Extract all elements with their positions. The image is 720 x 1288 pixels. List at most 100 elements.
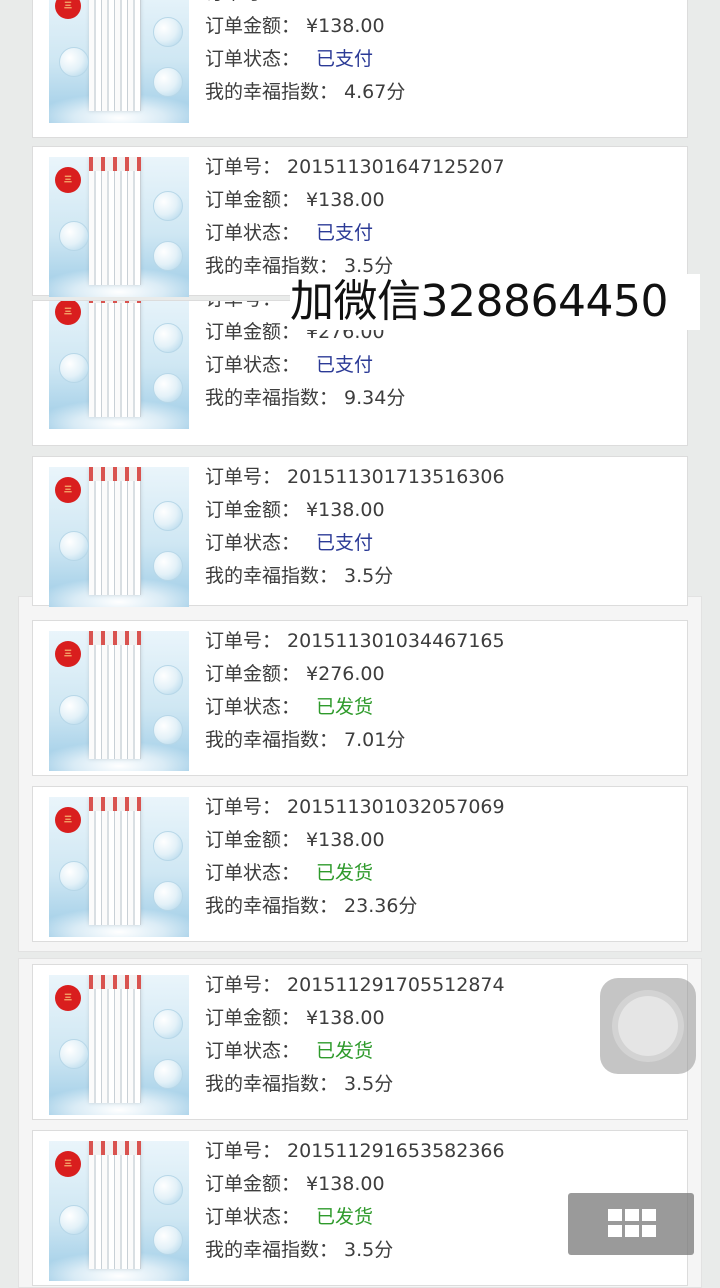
feature-bubble-icon bbox=[59, 861, 89, 891]
order-status-value: 已发货 bbox=[316, 1206, 374, 1228]
feature-bubble-icon bbox=[153, 1009, 183, 1039]
happiness-label: 我的幸福指数： bbox=[205, 565, 339, 587]
order-amount-value: ¥276.00 bbox=[306, 663, 385, 685]
order-status-label: 订单状态： bbox=[205, 354, 301, 376]
order-amount-row: 订单金额： ¥138.00 bbox=[205, 1168, 385, 1200]
order-amount-value: ¥138.00 bbox=[306, 1007, 385, 1029]
order-status-row: 订单状态： 已发货 bbox=[205, 691, 373, 723]
order-amount-value: ¥138.00 bbox=[306, 15, 385, 37]
order-status-label: 订单状态： bbox=[205, 222, 301, 244]
assistive-touch-icon bbox=[618, 996, 678, 1056]
happiness-value: 3.5分 bbox=[344, 565, 394, 587]
order-status-value: 已支付 bbox=[316, 354, 374, 376]
order-number-label: 订单号： bbox=[205, 301, 281, 310]
brand-badge-icon: 三 bbox=[55, 807, 81, 833]
keyboard-button[interactable] bbox=[568, 1193, 694, 1255]
feature-bubble-icon bbox=[153, 665, 183, 695]
order-number-label: 订单号： bbox=[205, 630, 282, 652]
happiness-row: 我的幸福指数： 9.34分 bbox=[205, 382, 405, 414]
product-thumbnail: 三 bbox=[49, 301, 189, 429]
feature-bubble-icon bbox=[153, 881, 183, 911]
order-card[interactable]: 三 订单号： 201511301032057069 订单金额： ¥138.00 订单… bbox=[32, 786, 688, 942]
brand-badge-icon: 三 bbox=[55, 477, 81, 503]
order-status-row: 订单状态： 已支付 bbox=[205, 43, 373, 75]
happiness-row: 我的幸福指数： 7.01分 bbox=[205, 724, 405, 756]
order-number-value: 201511301713516306 bbox=[287, 466, 505, 488]
order-status-row: 订单状态： 已发货 bbox=[205, 1201, 373, 1233]
feature-bubble-icon bbox=[153, 373, 183, 403]
order-amount-label: 订单金额： bbox=[205, 499, 301, 521]
order-amount-label: 订单金额： bbox=[205, 663, 301, 685]
order-status-value: 已发货 bbox=[316, 696, 374, 718]
order-number-label: 订单号： bbox=[205, 156, 282, 178]
happiness-label: 我的幸福指数： bbox=[205, 1239, 339, 1261]
brand-badge-icon: 三 bbox=[55, 641, 81, 667]
order-number-value: 201511291653582366 bbox=[287, 1140, 505, 1162]
order-card[interactable]: 三 订单号： 201511291705512874 订单金额： ¥138.00 订单… bbox=[32, 964, 688, 1120]
order-status-value: 已支付 bbox=[316, 222, 374, 244]
order-number-row: 订单号： 201511301032057069 bbox=[205, 791, 505, 823]
product-thumbnail: 三 bbox=[49, 975, 189, 1115]
feature-bubble-icon bbox=[153, 191, 183, 221]
product-thumbnail: 三 bbox=[49, 0, 189, 123]
product-thumbnail: 三 bbox=[49, 157, 189, 297]
order-status-label: 订单状态： bbox=[205, 1040, 301, 1062]
order-status-label: 订单状态： bbox=[205, 862, 301, 884]
order-card[interactable]: 三 订单号： 201511301658515682 订单金额：¥138.00 订单… bbox=[32, 0, 688, 138]
order-amount-value: ¥138.00 bbox=[306, 829, 385, 851]
feature-bubble-icon bbox=[153, 831, 183, 861]
happiness-value: 9.34分 bbox=[344, 387, 406, 409]
order-amount-label: 订单金额： bbox=[205, 15, 301, 37]
order-card[interactable]: 三 订单号： 201511301713516306 订单金额： ¥138.00 订单… bbox=[32, 456, 688, 607]
feature-bubble-icon bbox=[59, 1039, 89, 1069]
order-amount-label: 订单金额： bbox=[205, 1173, 301, 1195]
order-number-label: 订单号： bbox=[205, 0, 281, 4]
feature-bubble-icon bbox=[59, 47, 89, 77]
order-number-row: 订单号： 201511291653582366 bbox=[205, 1135, 505, 1167]
order-amount-value: ¥138.00 bbox=[306, 189, 385, 211]
feature-bubble-icon bbox=[153, 67, 183, 97]
feature-bubble-icon bbox=[153, 323, 183, 353]
order-status-value: 已支付 bbox=[316, 48, 374, 70]
order-amount-row: 订单金额： ¥138.00 bbox=[205, 10, 385, 42]
order-status-row: 订单状态： 已支付 bbox=[205, 527, 373, 559]
order-status-label: 订单状态： bbox=[205, 48, 301, 70]
order-amount-label: 订单金额： bbox=[205, 829, 301, 851]
order-number-value: 201511301647125207 bbox=[287, 156, 505, 178]
feature-bubble-icon bbox=[153, 1225, 183, 1255]
happiness-value: 3.5分 bbox=[344, 1239, 394, 1261]
happiness-value: 23.36分 bbox=[344, 895, 418, 917]
order-number-value: 201511291705512874 bbox=[287, 974, 505, 996]
order-number-value: 201511301032057069 bbox=[287, 796, 505, 818]
happiness-label: 我的幸福指数： bbox=[205, 1073, 339, 1095]
order-status-row: 订单状态： 已发货 bbox=[205, 1035, 373, 1067]
product-thumbnail: 三 bbox=[49, 631, 189, 771]
feature-bubble-icon bbox=[153, 551, 183, 581]
happiness-value: 3.5分 bbox=[344, 1073, 394, 1095]
happiness-row: 我的幸福指数： 3.5分 bbox=[205, 560, 393, 592]
feature-bubble-icon bbox=[153, 715, 183, 745]
feature-bubble-icon bbox=[153, 241, 183, 271]
order-amount-label: 订单金额： bbox=[205, 1007, 301, 1029]
happiness-row: 我的幸福指数： 4.67分 bbox=[205, 76, 405, 108]
brand-badge-icon: 三 bbox=[55, 985, 81, 1011]
order-number-label: 订单号： bbox=[205, 1140, 282, 1162]
happiness-row: 我的幸福指数： 3.5分 bbox=[205, 1234, 393, 1266]
happiness-value: 4.67分 bbox=[344, 81, 406, 103]
brand-badge-icon: 三 bbox=[55, 301, 81, 325]
wechat-watermark: 加微信328864450 bbox=[290, 274, 700, 330]
order-number-row: 订单号： 201511301658515682 bbox=[205, 0, 505, 9]
order-amount-value: ¥138.00 bbox=[306, 499, 385, 521]
order-status-value: 已发货 bbox=[316, 862, 374, 884]
happiness-label: 我的幸福指数： bbox=[205, 387, 339, 409]
assistive-touch-button[interactable] bbox=[600, 978, 696, 1074]
order-status-label: 订单状态： bbox=[205, 1206, 301, 1228]
order-card[interactable]: 三 订单号： 201511301034467165 订单金额： ¥276.00 订单… bbox=[32, 620, 688, 776]
happiness-value: 7.01分 bbox=[344, 729, 406, 751]
keyboard-grid-icon bbox=[608, 1209, 656, 1239]
happiness-label: 我的幸福指数： bbox=[205, 895, 339, 917]
feature-bubble-icon bbox=[59, 531, 89, 561]
order-number-value: 201511301658515682 bbox=[287, 0, 505, 9]
product-thumbnail: 三 bbox=[49, 1141, 189, 1281]
brand-badge-icon: 三 bbox=[55, 0, 81, 19]
